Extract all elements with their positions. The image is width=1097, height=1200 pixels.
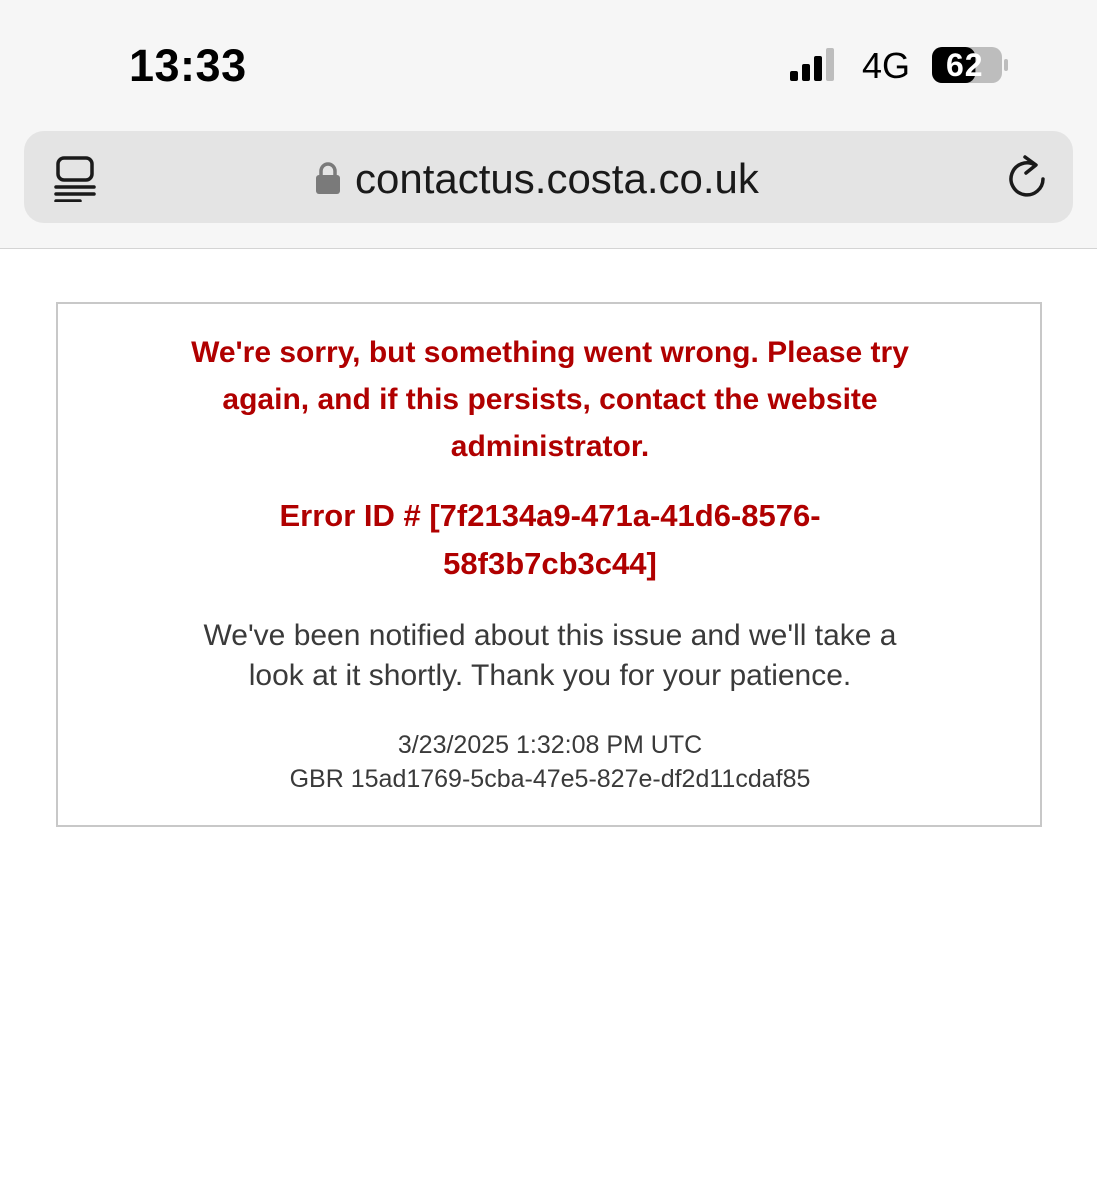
error-heading: We're sorry, but something went wrong. P…	[191, 336, 909, 463]
lock-icon	[316, 162, 340, 194]
reload-icon[interactable]	[1005, 155, 1049, 201]
error-notice: We've been notified about this issue and…	[203, 619, 897, 692]
tabs-icon[interactable]	[54, 156, 96, 202]
error-panel: We're sorry, but something went wrong. P…	[56, 302, 1042, 827]
cellular-signal-icon	[790, 48, 834, 81]
battery-level-text: 62	[946, 47, 984, 83]
status-time: 13:33	[129, 40, 247, 91]
error-meta: 3/23/2025 1:32:08 PM UTC GBR 15ad1769-5c…	[178, 728, 922, 796]
network-type-label: 4G	[862, 45, 911, 86]
url-text[interactable]: contactus.costa.co.uk	[355, 155, 759, 203]
error-trace-id: GBR 15ad1769-5cba-47e5-827e-df2d11cdaf85	[289, 765, 811, 793]
error-timestamp: 3/23/2025 1:32:08 PM UTC	[397, 731, 703, 759]
error-id: Error ID # [7f2134a9-471a-41d6-8576-58f3…	[279, 498, 821, 581]
browser-chrome: 13:33 4G 62 contactus.costa.co.uk	[0, 0, 1097, 249]
